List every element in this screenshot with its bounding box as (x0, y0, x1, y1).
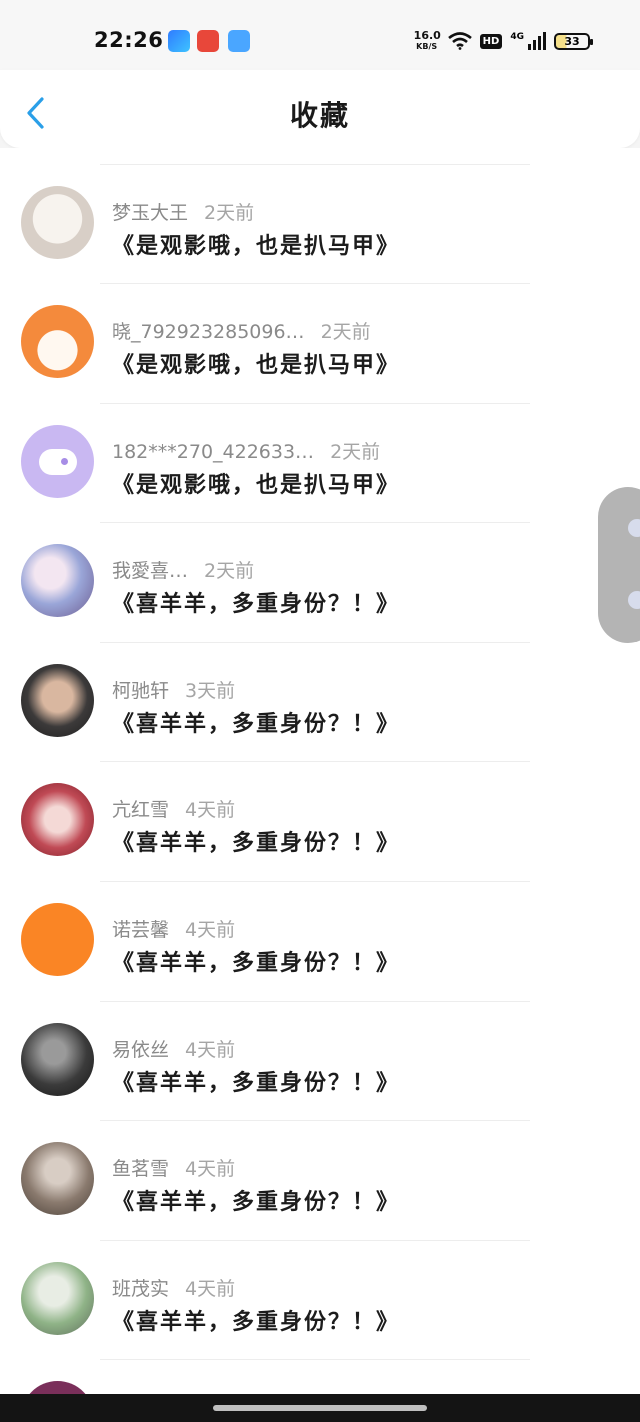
network-speed-unit: KB/S (416, 42, 438, 51)
list-item[interactable]: 晓_792923285096… 2天前 《是观影哦，也是扒马甲》 (0, 283, 560, 402)
floating-side-panel[interactable] (598, 487, 640, 643)
car-icon[interactable] (628, 519, 640, 537)
favorites-list: 梦玉大王 2天前 《是观影哦，也是扒马甲》 晓_792923285096… 2天前 … (0, 148, 640, 1394)
divider (100, 881, 530, 882)
divider (100, 642, 530, 643)
list-item[interactable]: 柯驰轩 3天前 《喜羊羊，多重身份？！》 (0, 642, 560, 761)
favorite-title: 《喜羊羊，多重身份？！》 (112, 831, 401, 856)
user-name: 易依丝 (112, 1039, 170, 1061)
divider (100, 403, 530, 404)
user-name: 诺芸馨 (112, 919, 170, 941)
favorite-title: 《喜羊羊，多重身份？！》 (112, 1310, 401, 1335)
timestamp: 2天前 (204, 202, 255, 224)
status-indicators: 16.0 KB/S HD 4G 33 (413, 28, 593, 54)
avatar[interactable] (21, 903, 94, 976)
avatar[interactable] (21, 544, 94, 617)
list-item[interactable]: 182***270_422633… 2天前 《是观影哦，也是扒马甲》 (0, 403, 560, 522)
blue-app-icon (168, 30, 190, 52)
divider (100, 1359, 530, 1360)
avatar[interactable] (21, 1262, 94, 1335)
user-name: 班茂实 (112, 1278, 170, 1300)
favorite-title: 《是观影哦，也是扒马甲》 (112, 473, 401, 498)
list-item[interactable]: 我愛喜… 2天前 《喜羊羊，多重身份？！》 (0, 522, 560, 641)
battery-level: 33 (564, 34, 580, 48)
avatar[interactable] (21, 1142, 94, 1215)
list-item[interactable]: 易依丝 4天前 《喜羊羊，多重身份？！》 (0, 1001, 560, 1120)
divider (100, 283, 530, 284)
timestamp: 4天前 (185, 919, 236, 941)
signal-icon: 4G (510, 32, 546, 50)
user-name: 鱼茗雪 (112, 1158, 170, 1180)
user-name: 我愛喜… (112, 560, 189, 582)
favorite-title: 《是观影哦，也是扒马甲》 (112, 353, 401, 378)
divider (100, 1240, 530, 1241)
favorite-title: 《喜羊羊，多重身份？！》 (112, 1190, 401, 1215)
user-name: 亢红雪 (112, 799, 170, 821)
divider (100, 761, 530, 762)
red-shopping-app-icon (197, 30, 219, 52)
timestamp: 4天前 (185, 799, 236, 821)
list-item[interactable]: 梦玉大王 2天前 《是观影哦，也是扒马甲》 (0, 164, 560, 283)
list-item[interactable]: 亢红雪 4天前 《喜羊羊，多重身份？！》 (0, 761, 560, 880)
network-type: 4G (510, 32, 524, 42)
timestamp: 3天前 (185, 680, 236, 702)
favorite-title: 《喜羊羊，多重身份？！》 (112, 592, 401, 617)
timestamp: 4天前 (185, 1158, 236, 1180)
timestamp: 2天前 (330, 441, 381, 463)
timestamp: 4天前 (185, 1278, 236, 1300)
wifi-icon (447, 32, 472, 50)
header: 收藏 (0, 70, 640, 148)
avatar[interactable] (21, 1381, 94, 1394)
network-speed-value: 16.0 (413, 29, 441, 42)
list-item[interactable] (0, 1359, 560, 1394)
timestamp: 2天前 (320, 321, 371, 343)
favorite-title: 《喜羊羊，多重身份？！》 (112, 1071, 401, 1096)
weather-app-icon (228, 30, 250, 52)
divider (100, 1120, 530, 1121)
home-indicator[interactable] (213, 1405, 427, 1411)
timestamp: 4天前 (185, 1039, 236, 1061)
avatar[interactable] (21, 783, 94, 856)
avatar[interactable] (21, 425, 94, 498)
avatar[interactable] (21, 305, 94, 378)
keyboard-icon[interactable] (628, 591, 640, 609)
divider (100, 522, 530, 523)
user-name: 梦玉大王 (112, 202, 189, 224)
user-name: 晓_792923285096… (112, 321, 305, 343)
avatar[interactable] (21, 664, 94, 737)
gesture-nav-bar (0, 1394, 640, 1422)
list-item[interactable]: 诺芸馨 4天前 《喜羊羊，多重身份？！》 (0, 881, 560, 1000)
favorite-title: 《喜羊羊，多重身份？！》 (112, 951, 401, 976)
status-bar: 22:26 16.0 KB/S HD 4G 33 (0, 0, 640, 80)
list-item[interactable]: 班茂实 4天前 《喜羊羊，多重身份？！》 (0, 1240, 560, 1359)
chat-bubble-icon (38, 448, 77, 475)
user-name: 柯驰轩 (112, 680, 170, 702)
battery-icon: 33 (554, 32, 593, 50)
avatar[interactable] (21, 1023, 94, 1096)
network-speed: 16.0 KB/S (413, 29, 441, 52)
list-item[interactable]: 鱼茗雪 4天前 《喜羊羊，多重身份？！》 (0, 1120, 560, 1239)
hd-badge: HD (479, 33, 503, 49)
page-title: 收藏 (289, 99, 350, 132)
avatar[interactable] (21, 186, 94, 259)
user-name: 182***270_422633… (112, 441, 315, 463)
divider (100, 164, 530, 165)
timestamp: 2天前 (204, 560, 255, 582)
divider (100, 1001, 530, 1002)
favorite-title: 《喜羊羊，多重身份？！》 (112, 712, 401, 737)
status-time: 22:26 (94, 28, 164, 52)
favorite-title: 《是观影哦，也是扒马甲》 (112, 234, 401, 259)
